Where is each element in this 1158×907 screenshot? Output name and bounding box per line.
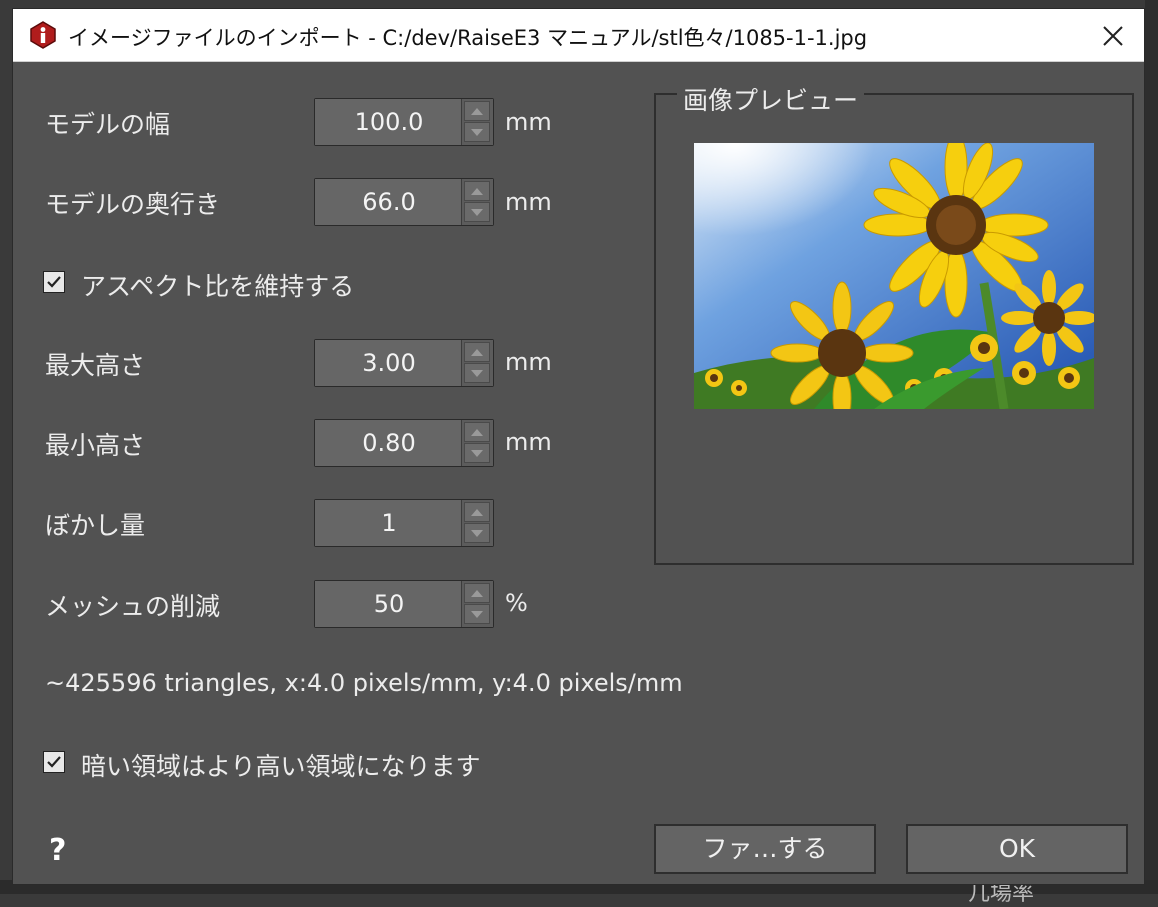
max-height-spinbox[interactable]: 3.00 — [314, 339, 494, 387]
min-height-decrement-button[interactable] — [464, 443, 490, 463]
arrow-down-icon — [471, 369, 483, 377]
blur-value[interactable]: 1 — [315, 500, 463, 546]
arrow-up-icon — [471, 187, 483, 195]
close-icon — [1103, 25, 1123, 46]
width-label: モデルの幅 — [45, 110, 171, 139]
depth-increment-button[interactable] — [464, 181, 490, 201]
help-button[interactable]: ? — [49, 833, 66, 868]
min-height-unit: mm — [505, 428, 552, 456]
arrow-down-icon — [471, 128, 483, 136]
max-height-decrement-button[interactable] — [464, 363, 490, 383]
arrow-up-icon — [471, 428, 483, 436]
depth-unit: mm — [505, 188, 552, 216]
triangle-stats-text: ~425596 triangles, x:4.0 pixels/mm, y:4.… — [45, 669, 683, 697]
title-bar[interactable]: イメージファイルのインポート - C:/dev/RaiseE3 マニュアル/st… — [13, 9, 1144, 62]
width-increment-button[interactable] — [464, 101, 490, 121]
mesh-reduction-increment-button[interactable] — [464, 583, 490, 603]
max-height-value[interactable]: 3.00 — [315, 340, 463, 386]
depth-spinbox[interactable]: 66.0 — [314, 178, 494, 226]
preview-title: 画像プレビュー — [677, 81, 865, 117]
arrow-up-icon — [471, 589, 483, 597]
ok-button[interactable]: OK — [906, 824, 1128, 874]
arrow-down-icon — [471, 449, 483, 457]
background-app-panel — [1145, 0, 1158, 894]
mesh-reduction-decrement-button[interactable] — [464, 604, 490, 624]
depth-label: モデルの奥行き — [45, 190, 221, 219]
sunflower-image — [694, 143, 1094, 409]
min-height-spinbox[interactable]: 0.80 — [314, 419, 494, 467]
max-height-label: 最大高さ — [45, 351, 146, 380]
depth-decrement-button[interactable] — [464, 202, 490, 222]
dark-is-high-label[interactable]: 暗い領域はより高い領域になります — [81, 747, 481, 783]
mesh-reduction-unit: % — [505, 589, 528, 617]
blur-label: ぼかし量 — [45, 511, 146, 540]
aspect-ratio-checkbox[interactable] — [43, 271, 65, 293]
depth-value[interactable]: 66.0 — [315, 179, 463, 225]
aspect-ratio-label[interactable]: アスペクト比を維持する — [81, 267, 354, 303]
mesh-reduction-label: メッシュの削減 — [45, 592, 221, 621]
min-height-increment-button[interactable] — [464, 422, 490, 442]
checkmark-icon — [47, 276, 61, 288]
preview-image — [694, 143, 1094, 409]
width-spinbox[interactable]: 100.0 — [314, 98, 494, 146]
arrow-down-icon — [471, 610, 483, 618]
mesh-reduction-value[interactable]: 50 — [315, 581, 463, 627]
max-height-unit: mm — [505, 348, 552, 376]
arrow-up-icon — [471, 348, 483, 356]
info-icon — [30, 21, 56, 49]
arrow-up-icon — [471, 107, 483, 115]
width-value[interactable]: 100.0 — [315, 99, 463, 145]
blur-spinbox[interactable]: 1 — [314, 499, 494, 547]
arrow-down-icon — [471, 529, 483, 537]
min-height-label: 最小高さ — [45, 431, 146, 460]
save-button[interactable]: ファ…する — [654, 824, 876, 874]
max-height-increment-button[interactable] — [464, 342, 490, 362]
min-height-value[interactable]: 0.80 — [315, 420, 463, 466]
image-import-dialog: イメージファイルのインポート - C:/dev/RaiseE3 マニュアル/st… — [12, 8, 1145, 885]
width-decrement-button[interactable] — [464, 122, 490, 142]
checkmark-icon — [47, 756, 61, 768]
mesh-reduction-spinbox[interactable]: 50 — [314, 580, 494, 628]
window-title: イメージファイルのインポート - C:/dev/RaiseE3 マニュアル/st… — [68, 26, 868, 50]
arrow-down-icon — [471, 208, 483, 216]
dark-is-high-checkbox[interactable] — [43, 751, 65, 773]
width-unit: mm — [505, 108, 552, 136]
close-button[interactable] — [1082, 9, 1144, 62]
blur-increment-button[interactable] — [464, 502, 490, 522]
blur-decrement-button[interactable] — [464, 523, 490, 543]
arrow-up-icon — [471, 508, 483, 516]
